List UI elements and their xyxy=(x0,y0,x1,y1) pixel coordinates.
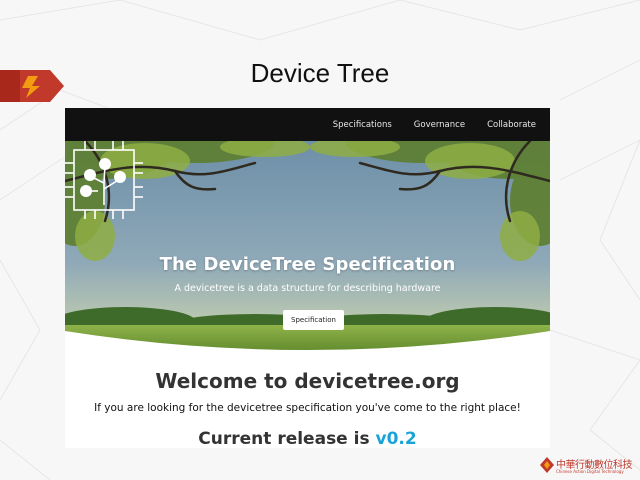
release-version-link[interactable]: v0.2 xyxy=(376,429,417,448)
hero-subtitle: A devicetree is a data structure for des… xyxy=(174,283,441,294)
slide-title: Device Tree xyxy=(250,58,390,88)
specification-button[interactable]: Specification xyxy=(283,310,344,330)
devicetree-chip-icon xyxy=(65,141,143,219)
welcome-intro-text: If you are looking for the devicetree sp… xyxy=(94,402,521,414)
hero-banner: The DeviceTree Specification A devicetre… xyxy=(65,141,550,363)
website-screenshot: Specifications Governance Collaborate Th… xyxy=(65,108,550,448)
nav-collaborate-link[interactable]: Collaborate xyxy=(487,120,536,130)
top-navigation: Specifications Governance Collaborate xyxy=(65,108,550,141)
footer-org-name-en: Chinese Action Digital Technology xyxy=(556,469,624,474)
hero-title: The DeviceTree Specification xyxy=(159,254,456,275)
current-release-heading: Current release is v0.2 xyxy=(65,429,550,448)
release-prefix: Current release is xyxy=(198,429,376,448)
nav-specifications-link[interactable]: Specifications xyxy=(333,120,392,130)
welcome-heading: Welcome to devicetree.org xyxy=(155,369,460,393)
brand-mark-icon xyxy=(540,457,554,473)
footer-brand-logo: 中華行動數位科技 Chinese Action Digital Technolo… xyxy=(540,456,640,478)
nav-governance-link[interactable]: Governance xyxy=(414,120,465,130)
